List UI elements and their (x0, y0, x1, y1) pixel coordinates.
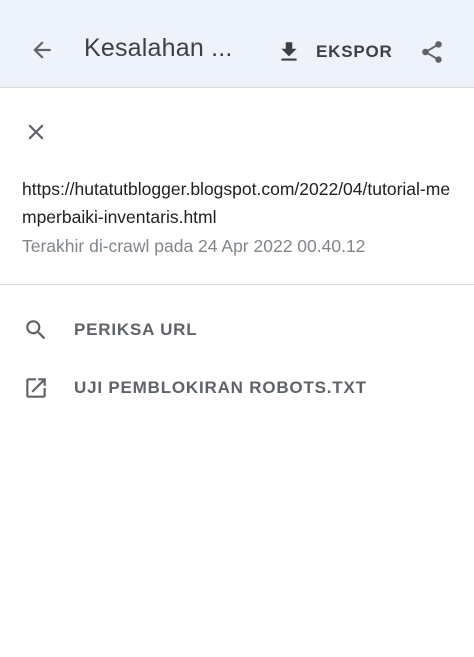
close-icon (28, 124, 44, 140)
arrow-back-icon (33, 41, 51, 59)
export-label: EKSPOR (316, 42, 393, 61)
close-button[interactable] (16, 112, 56, 152)
page-title: Kesalahan ... (84, 34, 233, 62)
test-robots-txt-button[interactable]: UJI PEMBLOKIRAN ROBOTS.TXT (0, 360, 474, 416)
test-robots-txt-label: UJI PEMBLOKIRAN ROBOTS.TXT (74, 378, 367, 397)
share-button[interactable] (412, 32, 452, 72)
inspect-url-button[interactable]: PERIKSA URL (0, 302, 474, 358)
last-crawled-text: Terakhir di-crawl pada 24 Apr 2022 00.40… (22, 236, 366, 256)
search-icon (22, 316, 50, 344)
inspect-url-label: PERIKSA URL (74, 320, 198, 339)
url-text: https://hutatutblogger.blogspot.com/2022… (22, 179, 451, 227)
divider (0, 284, 474, 285)
open-in-new-icon (22, 374, 50, 402)
export-button[interactable]: EKSPOR (276, 32, 393, 72)
share-icon (422, 41, 442, 63)
back-button[interactable] (22, 30, 62, 70)
download-icon (281, 42, 297, 61)
url-detail-screen: Kesalahan ... EKSPOR https://hutatutblog… (0, 0, 474, 657)
top-app-bar: Kesalahan ... EKSPOR (0, 0, 474, 88)
